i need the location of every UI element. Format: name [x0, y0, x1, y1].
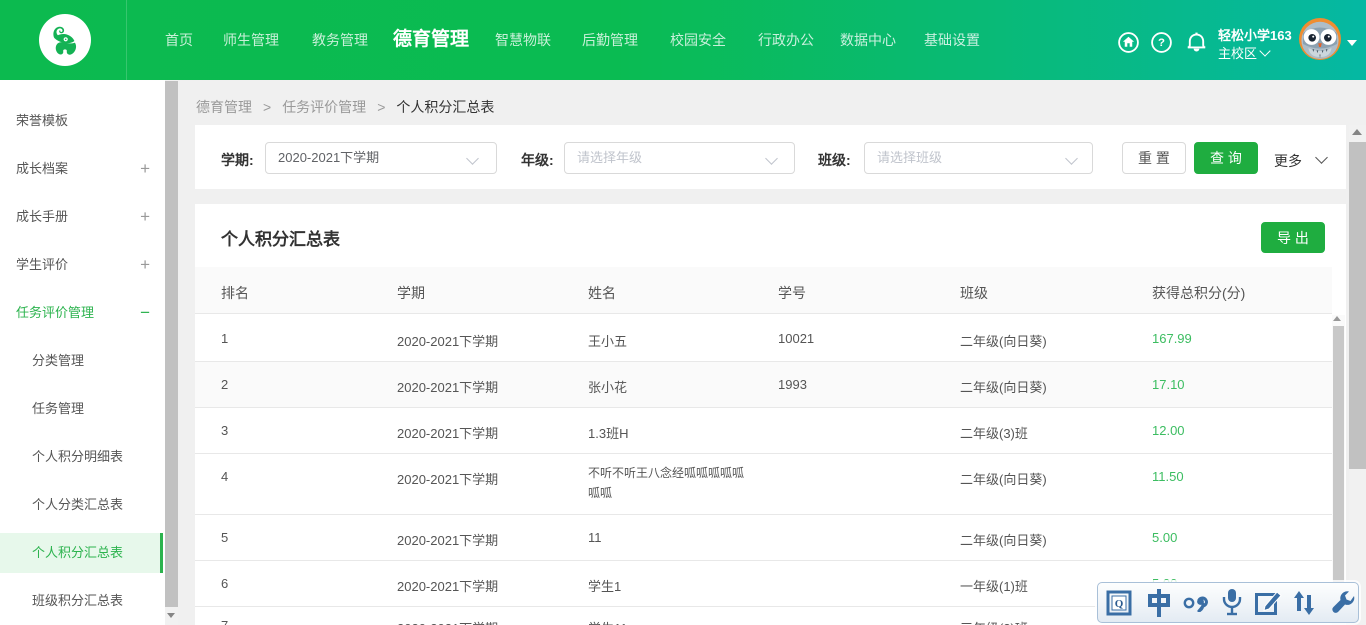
svg-text:?: ?	[1158, 37, 1165, 49]
svg-text:Q: Q	[1115, 598, 1124, 610]
